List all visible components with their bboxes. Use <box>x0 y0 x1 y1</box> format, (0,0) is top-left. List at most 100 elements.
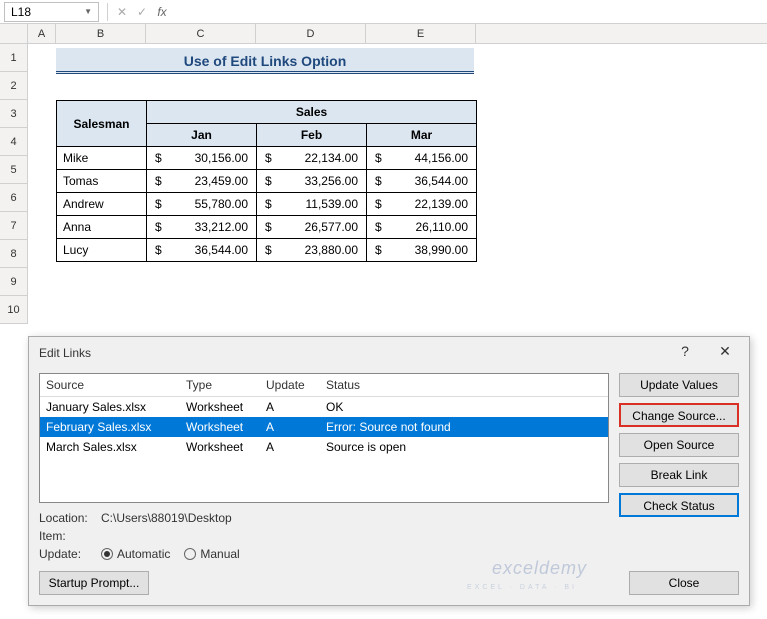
select-all-corner[interactable] <box>0 24 28 43</box>
row-header[interactable]: 2 <box>0 72 28 100</box>
money-cell[interactable]: $22,139.00 <box>367 193 477 216</box>
row-header[interactable]: 6 <box>0 184 28 212</box>
link-source: March Sales.xlsx <box>46 440 186 454</box>
salesman-cell[interactable]: Mike <box>57 147 147 170</box>
update-values-button[interactable]: Update Values <box>619 373 739 397</box>
row-header[interactable]: 9 <box>0 268 28 296</box>
check-status-button[interactable]: Check Status <box>619 493 739 517</box>
name-box-value: L18 <box>11 5 31 19</box>
row-header[interactable]: 10 <box>0 296 28 324</box>
break-link-button[interactable]: Break Link <box>619 463 739 487</box>
link-source: February Sales.xlsx <box>46 420 186 434</box>
money-cell[interactable]: $36,544.00 <box>147 239 257 262</box>
list-header-source[interactable]: Source <box>46 378 186 392</box>
money-cell[interactable]: $33,256.00 <box>257 170 367 193</box>
table-row: Lucy$36,544.00$23,880.00$38,990.00 <box>57 239 477 262</box>
table-row: Tomas$23,459.00$33,256.00$36,544.00 <box>57 170 477 193</box>
money-cell[interactable]: $26,577.00 <box>257 216 367 239</box>
money-cell[interactable]: $22,134.00 <box>257 147 367 170</box>
money-cell[interactable]: $44,156.00 <box>367 147 477 170</box>
dialog-info: Location: C:\Users\88019\Desktop Item: U… <box>39 509 609 563</box>
watermark: exceldemy <box>492 558 587 579</box>
money-cell[interactable]: $26,110.00 <box>367 216 477 239</box>
money-cell[interactable]: $36,544.00 <box>367 170 477 193</box>
change-source-button[interactable]: Change Source... <box>619 403 739 427</box>
dropdown-icon[interactable]: ▼ <box>84 7 92 16</box>
row-header[interactable]: 7 <box>0 212 28 240</box>
row-header[interactable]: 1 <box>0 44 28 72</box>
dialog-titlebar[interactable]: Edit Links ? ✕ <box>29 337 749 369</box>
item-label: Item: <box>39 529 101 543</box>
link-type: Worksheet <box>186 400 266 414</box>
name-box[interactable]: L18 ▼ <box>4 2 99 22</box>
salesman-cell[interactable]: Anna <box>57 216 147 239</box>
col-header-B[interactable]: B <box>56 24 146 43</box>
money-cell[interactable]: $33,212.00 <box>147 216 257 239</box>
watermark-sub: EXCEL · DATA · BI <box>467 584 577 591</box>
dialog-buttons: Update Values Change Source... Open Sour… <box>619 373 739 563</box>
edit-links-dialog: Edit Links ? ✕ Source Type Update Status… <box>28 336 750 606</box>
table-row: Anna$33,212.00$26,577.00$26,110.00 <box>57 216 477 239</box>
money-cell[interactable]: $55,780.00 <box>147 193 257 216</box>
location-value: C:\Users\88019\Desktop <box>101 511 232 525</box>
money-cell[interactable]: $11,539.00 <box>257 193 367 216</box>
link-update: A <box>266 400 326 414</box>
link-source: January Sales.xlsx <box>46 400 186 414</box>
enter-icon[interactable]: ✓ <box>132 5 152 19</box>
row-header[interactable]: 4 <box>0 128 28 156</box>
link-type: Worksheet <box>186 440 266 454</box>
header-month[interactable]: Jan <box>147 124 257 147</box>
link-update: A <box>266 420 326 434</box>
salesman-cell[interactable]: Andrew <box>57 193 147 216</box>
link-status: OK <box>326 400 602 414</box>
col-header-D[interactable]: D <box>256 24 366 43</box>
help-icon[interactable]: ? <box>665 337 705 365</box>
list-header-type[interactable]: Type <box>186 378 266 392</box>
salesman-cell[interactable]: Tomas <box>57 170 147 193</box>
link-update: A <box>266 440 326 454</box>
col-header-C[interactable]: C <box>146 24 256 43</box>
money-cell[interactable]: $23,880.00 <box>257 239 367 262</box>
col-header-A[interactable]: A <box>28 24 56 43</box>
links-listbox[interactable]: Source Type Update Status January Sales.… <box>39 373 609 503</box>
fx-icon[interactable]: fx <box>152 5 172 19</box>
open-source-button[interactable]: Open Source <box>619 433 739 457</box>
list-header-status[interactable]: Status <box>326 378 602 392</box>
dialog-title-text: Edit Links <box>39 346 91 360</box>
header-salesman[interactable]: Salesman <box>57 101 147 147</box>
worksheet-grid: A B C D E 12345678910 Use of Edit Links … <box>0 24 767 324</box>
separator <box>107 3 108 21</box>
header-month[interactable]: Mar <box>367 124 477 147</box>
radio-dot-checked-icon <box>101 548 113 560</box>
salesman-cell[interactable]: Lucy <box>57 239 147 262</box>
link-row[interactable]: January Sales.xlsxWorksheetAOK <box>40 397 608 417</box>
row-header[interactable]: 5 <box>0 156 28 184</box>
sales-table: Salesman Sales JanFebMar Mike$30,156.00$… <box>56 100 477 262</box>
list-header: Source Type Update Status <box>40 374 608 397</box>
link-row[interactable]: February Sales.xlsxWorksheetAError: Sour… <box>40 417 608 437</box>
close-button[interactable]: Close <box>629 571 739 595</box>
formula-bar: L18 ▼ ✕ ✓ fx <box>0 0 767 24</box>
col-header-E[interactable]: E <box>366 24 476 43</box>
link-row[interactable]: March Sales.xlsxWorksheetASource is open <box>40 437 608 457</box>
money-cell[interactable]: $38,990.00 <box>367 239 477 262</box>
money-cell[interactable]: $23,459.00 <box>147 170 257 193</box>
sheet-title[interactable]: Use of Edit Links Option <box>56 48 474 74</box>
update-label: Update: <box>39 547 101 561</box>
radio-manual[interactable]: Manual <box>184 547 239 561</box>
table-row: Mike$30,156.00$22,134.00$44,156.00 <box>57 147 477 170</box>
row-header[interactable]: 3 <box>0 100 28 128</box>
row-header[interactable]: 8 <box>0 240 28 268</box>
startup-prompt-button[interactable]: Startup Prompt... <box>39 571 149 595</box>
radio-automatic[interactable]: Automatic <box>101 547 170 561</box>
list-header-update[interactable]: Update <box>266 378 326 392</box>
column-headers: A B C D E <box>0 24 767 44</box>
link-type: Worksheet <box>186 420 266 434</box>
header-month[interactable]: Feb <box>257 124 367 147</box>
close-icon[interactable]: ✕ <box>705 337 745 365</box>
money-cell[interactable]: $30,156.00 <box>147 147 257 170</box>
formula-input[interactable] <box>172 2 767 22</box>
link-status: Source is open <box>326 440 602 454</box>
cancel-icon[interactable]: ✕ <box>112 5 132 19</box>
header-sales[interactable]: Sales <box>147 101 477 124</box>
